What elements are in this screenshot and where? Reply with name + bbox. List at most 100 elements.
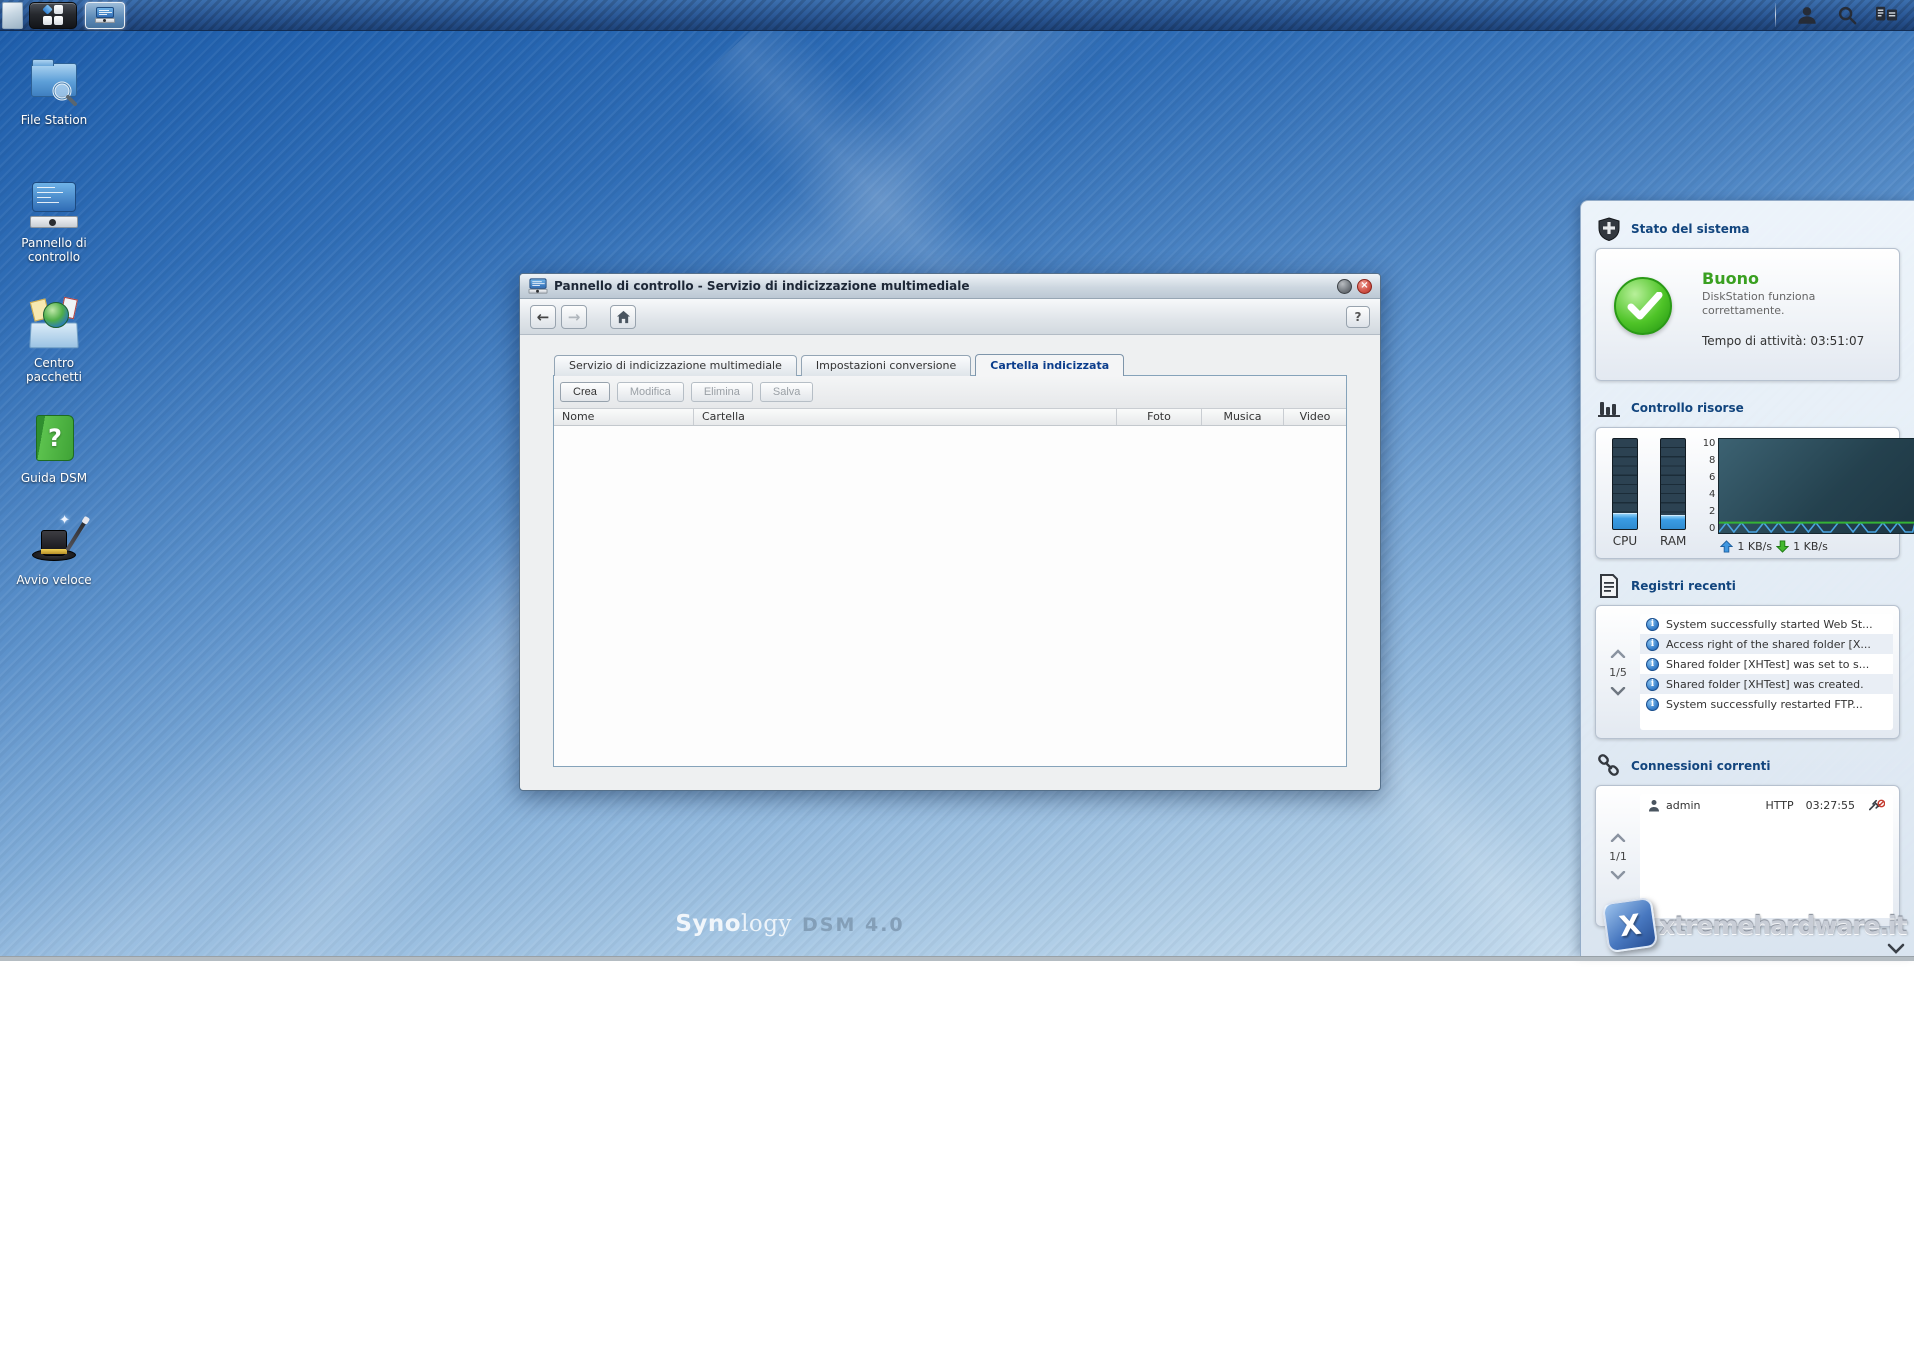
desktop: File Station Pannello di controllo Centr… <box>0 0 1914 961</box>
page-indicator: 1/1 <box>1609 850 1627 863</box>
package-center-icon <box>28 298 80 350</box>
network-chart <box>1718 438 1914 534</box>
log-row: iAccess right of the shared folder [X... <box>1640 634 1893 654</box>
page-indicator: 1/5 <box>1609 666 1627 679</box>
xtremehardware-watermark: X xtremehardware.it <box>1605 900 1907 950</box>
resource-monitor-widget: Controllo risorse CPU RAM 10 8 6 4 2 0 <box>1595 394 1900 559</box>
connection-protocol: HTTP <box>1765 799 1793 812</box>
delete-button: Elimina <box>691 382 753 402</box>
ram-label: RAM <box>1660 534 1686 548</box>
log-row: iSystem successfully started Web St... <box>1640 614 1893 634</box>
table-header: Nome Cartella Foto Musica Video <box>554 409 1346 426</box>
cpu-gauge <box>1612 438 1638 530</box>
uptime-text: Tempo di attività: 03:51:07 <box>1702 334 1887 348</box>
logs-pager: 1/5 <box>1596 614 1640 730</box>
log-row: iSystem successfully restarted FTP... <box>1640 694 1893 714</box>
create-button[interactable]: Crea <box>560 382 610 402</box>
y-tick-label: 0 <box>1700 523 1715 534</box>
desktop-icon-label: File Station <box>6 113 102 127</box>
info-icon: i <box>1646 618 1659 631</box>
product-text: DSM 4.0 <box>802 914 905 936</box>
table-body-empty[interactable] <box>554 427 1346 766</box>
column-header-photo[interactable]: Foto <box>1117 409 1202 425</box>
y-tick-label: 10 <box>1700 438 1715 449</box>
main-menu-button[interactable] <box>29 2 77 29</box>
tab-bar: Servizio di indicizzazione multimediale … <box>554 355 1347 376</box>
user-icon <box>1648 799 1660 812</box>
back-button[interactable]: ← <box>530 305 556 329</box>
edit-button: Modifica <box>617 382 684 402</box>
help-button[interactable]: ? <box>1346 306 1370 328</box>
info-icon: i <box>1646 658 1659 671</box>
tab-conversion-settings[interactable]: Impostazioni conversione <box>801 355 971 376</box>
minimize-button[interactable] <box>1337 279 1352 294</box>
tab-indexed-folder[interactable]: Cartella indicizzata <box>975 354 1124 376</box>
control-panel-icon <box>28 178 80 230</box>
download-rate: 1 KB/s <box>1793 540 1828 553</box>
control-panel-icon <box>95 7 115 23</box>
widget-title: Connessioni correnti <box>1631 759 1770 773</box>
cpu-label: CPU <box>1612 534 1638 548</box>
home-button[interactable] <box>610 305 636 329</box>
log-document-icon <box>1597 574 1621 598</box>
widget-title: Registri recenti <box>1631 579 1736 593</box>
close-button[interactable]: × <box>1357 279 1372 294</box>
y-tick-label: 2 <box>1700 506 1715 517</box>
log-row: iShared folder [XHTest] was created. <box>1640 674 1893 694</box>
widget-title: Controllo risorse <box>1631 401 1744 415</box>
page-up-icon[interactable] <box>1610 649 1626 658</box>
page-down-icon[interactable] <box>1610 687 1626 696</box>
page-up-icon[interactable] <box>1610 833 1626 842</box>
bar-chart-icon <box>1597 396 1621 420</box>
window-titlebar[interactable]: Pannello di controllo - Servizio di indi… <box>520 274 1380 299</box>
log-row: iShared folder [XHTest] was set to s... <box>1640 654 1893 674</box>
widget-sidebar: Stato del sistema Buono DiskStation funz… <box>1580 200 1914 956</box>
column-header-music[interactable]: Musica <box>1202 409 1284 425</box>
shield-icon <box>1597 217 1621 241</box>
link-icon <box>1597 754 1621 778</box>
pilot-view-icon[interactable] <box>1874 2 1900 28</box>
save-button: Salva <box>760 382 814 402</box>
connection-time: 03:27:55 <box>1806 799 1855 812</box>
desktop-icon-label: Centro pacchetti <box>17 356 91 384</box>
column-header-folder[interactable]: Cartella <box>694 409 1117 425</box>
desktop-icon-package-center[interactable]: Centro pacchetti <box>6 298 102 384</box>
y-tick-label: 4 <box>1700 489 1715 500</box>
y-tick-label: 8 <box>1700 455 1715 466</box>
desktop-icon-control-panel[interactable]: Pannello di controllo <box>6 178 102 264</box>
ram-gauge <box>1660 438 1686 530</box>
column-header-video[interactable]: Video <box>1284 409 1346 425</box>
desktop-icon-label: Guida DSM <box>6 471 102 485</box>
taskbar <box>0 0 1914 31</box>
status-value: Buono <box>1702 269 1887 288</box>
desktop-icon-dsm-help[interactable]: ? Guida DSM <box>6 413 102 485</box>
connection-user: admin <box>1666 799 1759 812</box>
desktop-icon-label: Avvio veloce <box>6 573 102 587</box>
download-arrow-icon <box>1776 540 1789 553</box>
show-desktop-button[interactable] <box>2 2 23 29</box>
system-status-widget: Stato del sistema Buono DiskStation funz… <box>1595 215 1900 381</box>
xtremehardware-logo-icon: X <box>1602 897 1658 953</box>
status-ok-icon <box>1614 277 1672 335</box>
desktop-icon-label: Pannello di controllo <box>17 236 91 264</box>
page-down-icon[interactable] <box>1610 871 1626 880</box>
disconnect-icon[interactable] <box>1869 799 1885 812</box>
chart-series <box>1719 504 1914 532</box>
dsm-help-icon: ? <box>28 413 80 465</box>
synology-watermark: Synology DSM 4.0 <box>0 911 1580 937</box>
taskbar-control-panel-button[interactable] <box>85 2 125 29</box>
network-chart-y-axis: 10 8 6 4 2 0 <box>1700 438 1718 534</box>
status-message: DiskStation funziona correttamente. <box>1702 290 1852 318</box>
log-list: iSystem successfully started Web St... i… <box>1640 614 1893 730</box>
recent-logs-widget: Registri recenti 1/5 iSystem successfull… <box>1595 572 1900 739</box>
action-toolbar: Crea Modifica Elimina Salva <box>554 376 1346 409</box>
search-icon[interactable] <box>1834 2 1860 28</box>
window-icon <box>529 278 548 293</box>
desktop-icon-quick-start[interactable]: ✦ Avvio veloce <box>6 515 102 587</box>
y-tick-label: 6 <box>1700 472 1715 483</box>
column-header-name[interactable]: Nome <box>554 409 694 425</box>
indexed-folder-panel: Crea Modifica Elimina Salva Nome Cartell… <box>553 375 1347 767</box>
user-icon[interactable] <box>1794 2 1820 28</box>
tab-media-indexing-service[interactable]: Servizio di indicizzazione multimediale <box>554 355 797 376</box>
desktop-icon-file-station[interactable]: File Station <box>6 55 102 127</box>
